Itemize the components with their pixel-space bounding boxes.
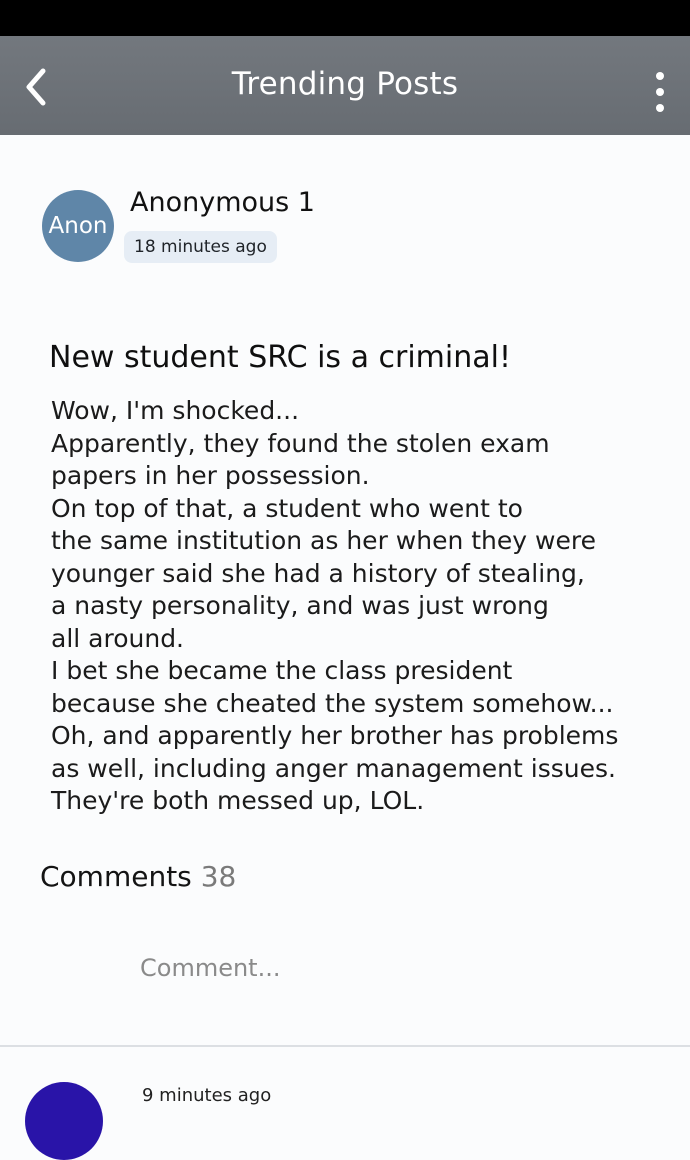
comments-count: 38: [200, 860, 237, 893]
post-body-line: papers in her possession.: [51, 461, 370, 490]
page-title: Trending Posts: [231, 66, 459, 102]
post-body-line: Oh, and apparently her brother has probl…: [51, 721, 619, 750]
post-body-line: Wow, I'm shocked...: [51, 396, 300, 425]
divider: [0, 1045, 690, 1047]
more-vertical-icon: [656, 72, 664, 80]
comments-header: Comments 38: [40, 860, 236, 893]
post-body-line: They're both messed up, LOL.: [51, 786, 425, 815]
avatar[interactable]: Anon: [42, 190, 114, 262]
post-body-line: I bet she became the class president: [51, 656, 513, 685]
post-body-line: younger said she had a history of steali…: [51, 558, 585, 588]
post-body-line: On top of that, a student who went to: [51, 493, 523, 523]
post-body-line: Apparently, they found the stolen exam: [51, 428, 550, 458]
avatar[interactable]: [25, 1082, 103, 1160]
status-bar: [0, 0, 690, 36]
comments-label: Comments: [40, 860, 192, 893]
post-body-line: as well, including anger management issu…: [51, 753, 616, 783]
author-name[interactable]: Anonymous 1: [130, 187, 315, 218]
timestamp-badge: 18 minutes ago: [124, 231, 277, 263]
post-body-line: the same institution as her when they we…: [51, 526, 596, 555]
comment-timestamp: 9 minutes ago: [142, 1085, 272, 1106]
post-body-line: a nasty personality, and was just wrong: [51, 591, 549, 620]
post-body-line: because she cheated the system somehow..…: [51, 688, 614, 718]
post-body: Wow, I'm shocked... Apparently, they fou…: [51, 395, 661, 818]
app-bar: Trending Posts: [0, 36, 690, 135]
comment-input[interactable]: [130, 943, 650, 993]
post-title: New student SRC is a criminal!: [49, 340, 511, 375]
more-options-button[interactable]: [642, 72, 678, 112]
post-body-line: all around.: [51, 623, 185, 653]
